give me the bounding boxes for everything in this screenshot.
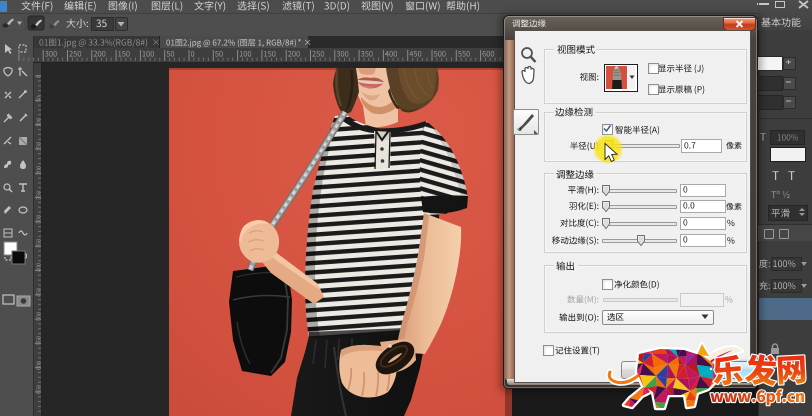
svg-text:400: 400 [37,263,43,272]
svg-text:50: 50 [37,96,43,102]
svg-text:500: 500 [37,312,43,321]
svg-text:300: 300 [37,215,43,224]
svg-text:600: 600 [37,361,43,370]
svg-text:450: 450 [37,288,43,297]
svg-text:250: 250 [37,191,43,200]
svg-text:200: 200 [37,166,43,175]
svg-text:350: 350 [37,239,43,248]
svg-text:0: 0 [37,75,43,78]
svg-text:550: 550 [37,336,43,345]
svg-text:100: 100 [37,118,43,127]
svg-text:650: 650 [37,385,43,394]
svg-text:150: 150 [37,142,43,151]
